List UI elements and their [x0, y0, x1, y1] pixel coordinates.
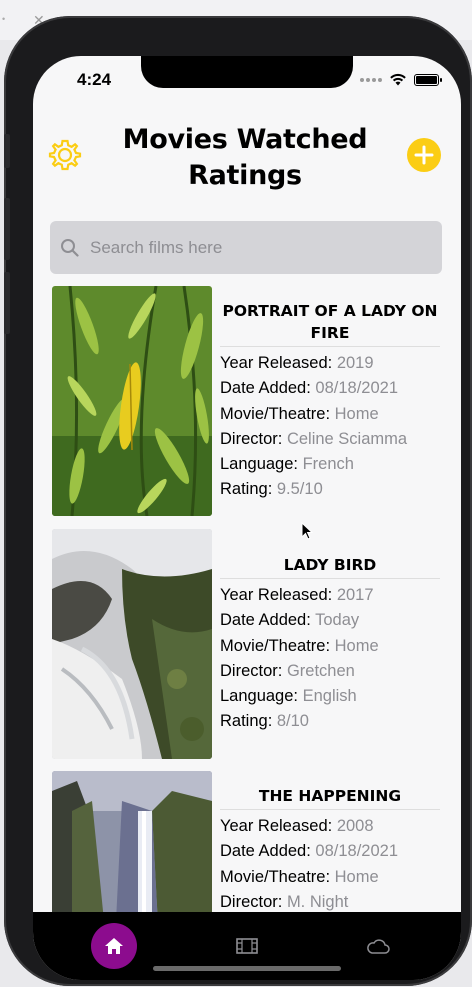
film-title: THE HAPPENING	[220, 785, 440, 810]
volume-down-button	[4, 272, 10, 334]
film-poster	[52, 771, 212, 912]
director-label: Director:	[220, 661, 283, 680]
mute-switch	[4, 134, 10, 168]
active-tab-indicator	[91, 923, 137, 969]
page-title: Movies Watched Ratings	[122, 124, 368, 191]
date-added-label: Date Added:	[220, 611, 311, 630]
year-value: 2017	[336, 586, 374, 604]
home-indicator	[153, 966, 341, 971]
venue-row: Movie/Theatre: Home	[220, 634, 440, 659]
director-row: Director: Celine Sciamma	[220, 427, 440, 452]
year-row: Year Released: 2008	[220, 814, 440, 839]
film-list[interactable]: PORTRAIT OF A LADY ON FIRE Year Released…	[33, 286, 461, 912]
director-label: Director:	[220, 892, 283, 911]
year-label: Year Released:	[220, 817, 333, 835]
desktop-glyph: •	[2, 14, 6, 24]
rating-value: 8/10	[276, 712, 309, 731]
director-value: M. Night	[286, 892, 349, 911]
rating-label: Rating:	[220, 712, 273, 731]
director-row: Director: M. Night	[220, 890, 440, 912]
year-row: Year Released: 2017	[220, 583, 440, 608]
year-label: Year Released:	[220, 354, 333, 372]
film-title: LADY BIRD	[220, 543, 440, 579]
director-label: Director:	[220, 429, 283, 448]
film-icon	[236, 938, 258, 954]
date-added-row: Date Added: 08/18/2021	[220, 376, 440, 401]
director-value: Celine Sciamma	[286, 429, 408, 448]
date-added-label: Date Added:	[220, 379, 311, 398]
venue-row: Movie/Theatre: Home	[220, 402, 440, 427]
language-label: Language:	[220, 687, 298, 706]
venue-label: Movie/Theatre:	[220, 404, 331, 423]
venue-label: Movie/Theatre:	[220, 636, 331, 655]
search-input[interactable]	[90, 237, 410, 258]
film-card[interactable]: PORTRAIT OF A LADY ON FIRE Year Released…	[33, 286, 461, 518]
signal-icon	[360, 77, 382, 82]
language-value: French	[302, 455, 354, 474]
date-added-row: Date Added: Today	[220, 608, 440, 633]
notch	[141, 56, 353, 88]
volume-up-button	[4, 198, 10, 260]
mouse-cursor-icon	[301, 522, 313, 540]
film-poster	[52, 529, 212, 759]
director-value: Gretchen	[286, 661, 355, 680]
year-label: Year Released:	[220, 586, 333, 604]
venue-value: Home	[334, 867, 379, 886]
year-value: 2019	[336, 354, 374, 372]
venue-label: Movie/Theatre:	[220, 867, 331, 886]
wifi-icon	[390, 73, 406, 86]
plus-icon	[414, 145, 434, 165]
language-row: Language: French	[220, 452, 440, 477]
venue-row: Movie/Theatre: Home	[220, 865, 440, 890]
venue-value: Home	[334, 636, 379, 655]
status-icons	[360, 73, 442, 86]
status-time: 4:24	[77, 70, 112, 89]
cloud-icon	[367, 939, 390, 954]
date-added-value: 08/18/2021	[315, 379, 399, 398]
gear-icon	[48, 139, 82, 171]
settings-button[interactable]	[48, 138, 82, 172]
phone-frame: 4:24 Movies Watched Ratings Search films…	[4, 16, 472, 986]
rating-value: 9.5/10	[276, 480, 323, 499]
film-info: PORTRAIT OF A LADY ON FIRE Year Released…	[220, 300, 440, 503]
film-poster	[52, 286, 212, 516]
add-film-button[interactable]	[407, 138, 441, 172]
venue-value: Home	[334, 404, 379, 423]
film-card[interactable]: LADY BIRD Year Released: 2017 Date Added…	[33, 529, 461, 761]
date-added-label: Date Added:	[220, 842, 311, 861]
year-value: 2008	[336, 817, 374, 835]
app-screen: 4:24 Movies Watched Ratings Search films…	[33, 56, 461, 980]
language-label: Language:	[220, 455, 298, 474]
tab-home[interactable]	[91, 912, 137, 980]
film-info: THE HAPPENING Year Released: 2008 Date A…	[220, 785, 440, 912]
rating-row: Rating: 9.5/10	[220, 477, 440, 502]
language-row: Language: English	[220, 684, 440, 709]
battery-icon	[414, 73, 442, 86]
search-icon	[61, 238, 79, 257]
year-row: Year Released: 2019	[220, 351, 440, 376]
film-title: PORTRAIT OF A LADY ON FIRE	[220, 300, 440, 347]
director-row: Director: Gretchen	[220, 659, 440, 684]
home-icon	[105, 938, 123, 954]
date-added-value: 08/18/2021	[315, 842, 399, 861]
tab-cloud[interactable]	[364, 912, 392, 980]
language-value: English	[302, 687, 357, 706]
rating-label: Rating:	[220, 480, 273, 499]
date-added-row: Date Added: 08/18/2021	[220, 839, 440, 864]
film-card[interactable]: THE HAPPENING Year Released: 2008 Date A…	[33, 771, 461, 912]
rating-row: Rating: 8/10	[220, 709, 440, 734]
date-added-value: Today	[315, 611, 360, 630]
film-info: LADY BIRD Year Released: 2017 Date Added…	[220, 543, 440, 735]
search-bar[interactable]	[50, 221, 442, 274]
